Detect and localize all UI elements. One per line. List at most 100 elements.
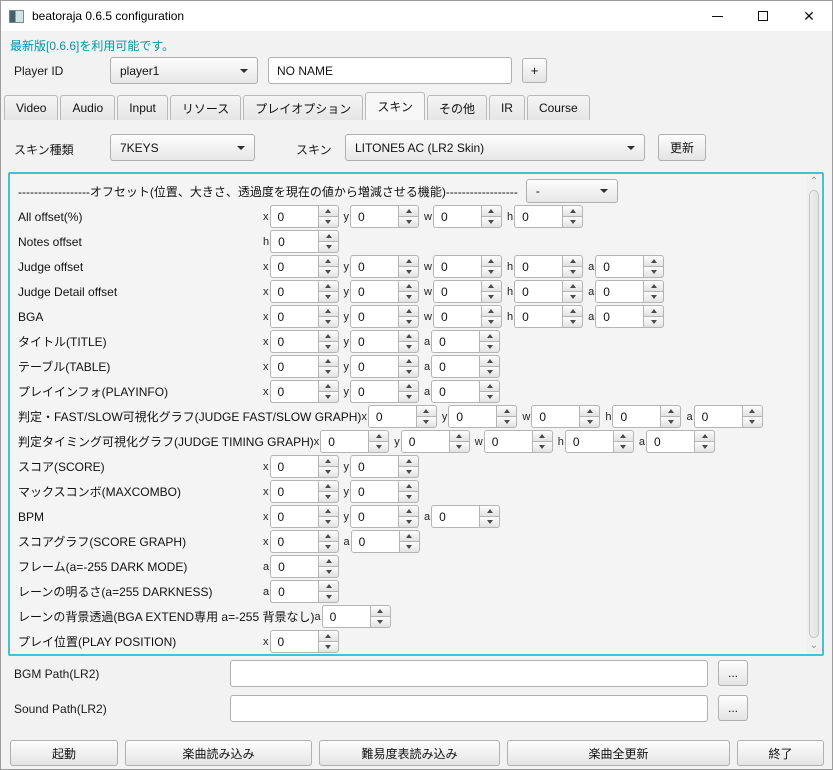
spinner-up-button[interactable] xyxy=(741,405,763,416)
spinner-down-button[interactable] xyxy=(317,516,339,528)
spinner-down-button[interactable] xyxy=(398,291,419,303)
spinner-value-input[interactable]: 0 xyxy=(514,205,563,228)
spinner-value-input[interactable]: 0 xyxy=(431,380,480,403)
spinner-down-button[interactable] xyxy=(398,366,419,378)
spinner-up-button[interactable] xyxy=(317,505,339,516)
spinner-value-input[interactable]: 0 xyxy=(269,305,318,328)
spinner-down-button[interactable] xyxy=(562,291,584,303)
update-all-songs-button[interactable]: 楽曲全更新 xyxy=(507,740,730,766)
spinner-up-button[interactable] xyxy=(643,280,665,291)
tab-resource[interactable]: リソース xyxy=(169,95,242,120)
spinner-value-input[interactable]: 0 xyxy=(531,405,580,428)
spinner-down-button[interactable] xyxy=(480,291,502,303)
spinner-up-button[interactable] xyxy=(317,355,339,366)
spinner-down-button[interactable] xyxy=(317,266,339,278)
spinner-value-input[interactable]: 0 xyxy=(269,505,318,528)
spinner-down-button[interactable] xyxy=(398,266,419,278)
bgm-path-browse-button[interactable]: ... xyxy=(718,660,748,686)
spinner-value-input[interactable]: 0 xyxy=(270,230,319,253)
spinner-value-input[interactable]: 0 xyxy=(595,280,644,303)
spinner-down-button[interactable] xyxy=(398,466,419,478)
spinner-value-input[interactable]: 0 xyxy=(269,380,318,403)
spinner-up-button[interactable] xyxy=(694,430,715,441)
spinner-value-input[interactable]: 0 xyxy=(270,580,319,603)
spinner-down-button[interactable] xyxy=(369,616,391,628)
spinner-value-input[interactable]: 0 xyxy=(646,430,694,453)
spinner-value-input[interactable]: 0 xyxy=(612,405,661,428)
spinner-value-input[interactable]: 0 xyxy=(693,405,742,428)
spinner-down-button[interactable] xyxy=(741,416,763,428)
launch-button[interactable]: 起動 xyxy=(10,740,118,766)
spinner-up-button[interactable] xyxy=(562,205,584,216)
spinner-value-input[interactable]: 0 xyxy=(269,330,318,353)
tab-other[interactable]: その他 xyxy=(426,95,487,120)
spinner-down-button[interactable] xyxy=(317,466,339,478)
spinner-value-input[interactable]: 0 xyxy=(269,530,318,553)
spinner-down-button[interactable] xyxy=(496,416,518,428)
spinner-value-input[interactable]: 0 xyxy=(483,430,532,453)
close-button[interactable]: ✕ xyxy=(786,1,832,31)
spinner-value-input[interactable]: 0 xyxy=(350,380,398,403)
spinner-up-button[interactable] xyxy=(479,505,501,516)
spinner-up-button[interactable] xyxy=(398,205,419,216)
offset-target-select[interactable]: - xyxy=(525,179,618,203)
spinner-down-button[interactable] xyxy=(531,441,553,453)
spinner-value-input[interactable]: 0 xyxy=(269,205,318,228)
spinner-down-button[interactable] xyxy=(643,291,665,303)
tab-course[interactable]: Course xyxy=(526,95,590,120)
spinner-down-button[interactable] xyxy=(317,316,339,328)
tab-video[interactable]: Video xyxy=(4,95,59,120)
spinner-value-input[interactable]: 0 xyxy=(269,455,318,478)
spinner-up-button[interactable] xyxy=(317,530,339,541)
spinner-up-button[interactable] xyxy=(415,405,437,416)
spinner-down-button[interactable] xyxy=(317,641,339,653)
spinner-down-button[interactable] xyxy=(480,216,502,228)
spinner-up-button[interactable] xyxy=(398,455,419,466)
spinner-value-input[interactable]: 0 xyxy=(400,430,449,453)
spinner-value-input[interactable]: 0 xyxy=(269,355,318,378)
spinner-value-input[interactable]: 0 xyxy=(595,255,644,278)
spinner-up-button[interactable] xyxy=(660,405,682,416)
spinner-down-button[interactable] xyxy=(398,491,419,503)
tab-ir[interactable]: IR xyxy=(488,95,525,120)
spinner-down-button[interactable] xyxy=(318,591,340,603)
spinner-up-button[interactable] xyxy=(398,505,419,516)
spinner-up-button[interactable] xyxy=(480,280,502,291)
load-songs-button[interactable]: 楽曲読み込み xyxy=(125,740,312,766)
spinner-value-input[interactable]: 0 xyxy=(269,630,318,653)
spinner-up-button[interactable] xyxy=(317,630,339,641)
spinner-up-button[interactable] xyxy=(480,255,502,266)
spinner-value-input[interactable]: 0 xyxy=(432,205,481,228)
spinner-up-button[interactable] xyxy=(562,255,584,266)
spinner-down-button[interactable] xyxy=(317,541,339,553)
spinner-down-button[interactable] xyxy=(415,416,437,428)
player-name-input[interactable]: NO NAME xyxy=(268,57,512,84)
spinner-up-button[interactable] xyxy=(317,205,339,216)
spinner-up-button[interactable] xyxy=(479,330,501,341)
spinner-value-input[interactable]: 0 xyxy=(350,355,398,378)
spinner-down-button[interactable] xyxy=(448,441,470,453)
add-player-button[interactable]: + xyxy=(522,58,547,83)
spinner-value-input[interactable]: 0 xyxy=(431,330,480,353)
spinner-down-button[interactable] xyxy=(317,366,339,378)
spinner-down-button[interactable] xyxy=(480,266,502,278)
scrollbar-down-button[interactable]: ⌄ xyxy=(807,639,821,653)
spinner-down-button[interactable] xyxy=(480,316,502,328)
load-difficulty-tables-button[interactable]: 難易度表読み込み xyxy=(319,740,500,766)
spinner-down-button[interactable] xyxy=(318,241,340,253)
scrollbar-up-button[interactable]: ⌃ xyxy=(807,175,821,189)
spinner-up-button[interactable] xyxy=(317,480,339,491)
spinner-value-input[interactable]: 0 xyxy=(350,480,398,503)
spinner-value-input[interactable]: 0 xyxy=(564,430,613,453)
spinner-up-button[interactable] xyxy=(479,355,501,366)
spinner-value-input[interactable]: 0 xyxy=(432,280,481,303)
spinner-down-button[interactable] xyxy=(368,441,390,453)
spinner-down-button[interactable] xyxy=(398,391,419,403)
spinner-down-button[interactable] xyxy=(562,316,584,328)
spinner-up-button[interactable] xyxy=(318,580,340,591)
spinner-up-button[interactable] xyxy=(479,380,501,391)
spinner-down-button[interactable] xyxy=(694,441,715,453)
spinner-down-button[interactable] xyxy=(398,341,419,353)
spinner-value-input[interactable]: 0 xyxy=(350,505,398,528)
spinner-value-input[interactable]: 0 xyxy=(350,255,398,278)
